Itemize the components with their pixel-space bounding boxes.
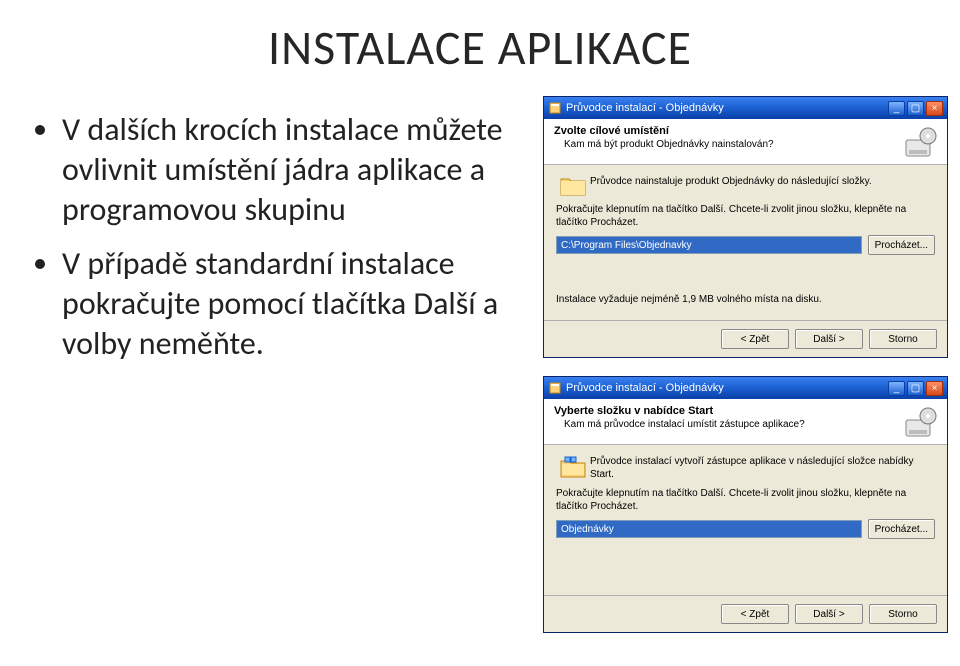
next-button[interactable]: Další > xyxy=(795,329,863,349)
back-button[interactable]: < Zpět xyxy=(721,329,789,349)
wizard-header-title: Zvolte cílové umístění xyxy=(554,125,937,137)
wizard-body-line1: Průvodce nainstaluje produkt Objednávky … xyxy=(590,175,935,188)
slide-title: INSTALACE APLIKACE xyxy=(0,18,960,77)
maximize-button[interactable]: ▢ xyxy=(907,101,924,116)
bullet-list: V dalších krocích instalace můžete ovliv… xyxy=(34,110,504,378)
wizard-header: Vyberte složku v nabídce Start Kam má pr… xyxy=(544,399,947,445)
wizard-footer: < Zpět Další > Storno xyxy=(544,595,947,632)
window-title: Průvodce instalací - Objednávky xyxy=(566,102,886,114)
wizard-header-subtitle: Kam má být produkt Objednávky nainstalov… xyxy=(554,139,937,150)
installer-disk-icon xyxy=(903,405,939,441)
browse-button[interactable]: Procházet... xyxy=(868,235,935,255)
wizard-header-subtitle: Kam má průvodce instalací umístit zástup… xyxy=(554,419,937,430)
wizard-footer: < Zpět Další > Storno xyxy=(544,320,947,357)
path-input[interactable]: C:\Program Files\Objednavky xyxy=(556,236,862,254)
startmenu-input[interactable]: Objednávky xyxy=(556,520,862,538)
titlebar: Průvodce instalací - Objednávky _ ▢ × xyxy=(544,97,947,119)
startmenu-folder-icon xyxy=(556,455,590,479)
disk-space-note: Instalace vyžaduje nejméně 1,9 MB volnéh… xyxy=(556,293,935,306)
app-icon xyxy=(548,101,562,115)
wizard-body: Průvodce instalací vytvoří zástupce apli… xyxy=(544,445,947,595)
minimize-button[interactable]: _ xyxy=(888,381,905,396)
wizard-startmenu-window: Průvodce instalací - Objednávky _ ▢ × Vy… xyxy=(543,376,948,633)
window-title: Průvodce instalací - Objednávky xyxy=(566,382,886,394)
minimize-button[interactable]: _ xyxy=(888,101,905,116)
wizard-body-line2: Pokračujte klepnutím na tlačítko Další. … xyxy=(556,203,935,229)
wizard-body-line2: Pokračujte klepnutím na tlačítko Další. … xyxy=(556,487,935,513)
browse-button[interactable]: Procházet... xyxy=(868,519,935,539)
wizard-header-title: Vyberte složku v nabídce Start xyxy=(554,405,937,417)
wizard-body-line1: Průvodce instalací vytvoří zástupce apli… xyxy=(590,455,935,481)
wizard-destination-window: Průvodce instalací - Objednávky _ ▢ × Zv… xyxy=(543,96,948,358)
wizard-header: Zvolte cílové umístění Kam má být produk… xyxy=(544,119,947,165)
bullet-item: V případě standardní instalace pokračujt… xyxy=(62,244,504,364)
close-button[interactable]: × xyxy=(926,101,943,116)
bullet-item: V dalších krocích instalace můžete ovliv… xyxy=(62,110,504,230)
folder-icon xyxy=(556,175,590,197)
back-button[interactable]: < Zpět xyxy=(721,604,789,624)
titlebar: Průvodce instalací - Objednávky _ ▢ × xyxy=(544,377,947,399)
wizard-body: Průvodce nainstaluje produkt Objednávky … xyxy=(544,165,947,320)
maximize-button[interactable]: ▢ xyxy=(907,381,924,396)
cancel-button[interactable]: Storno xyxy=(869,329,937,349)
cancel-button[interactable]: Storno xyxy=(869,604,937,624)
installer-disk-icon xyxy=(903,125,939,161)
app-icon xyxy=(548,381,562,395)
next-button[interactable]: Další > xyxy=(795,604,863,624)
close-button[interactable]: × xyxy=(926,381,943,396)
